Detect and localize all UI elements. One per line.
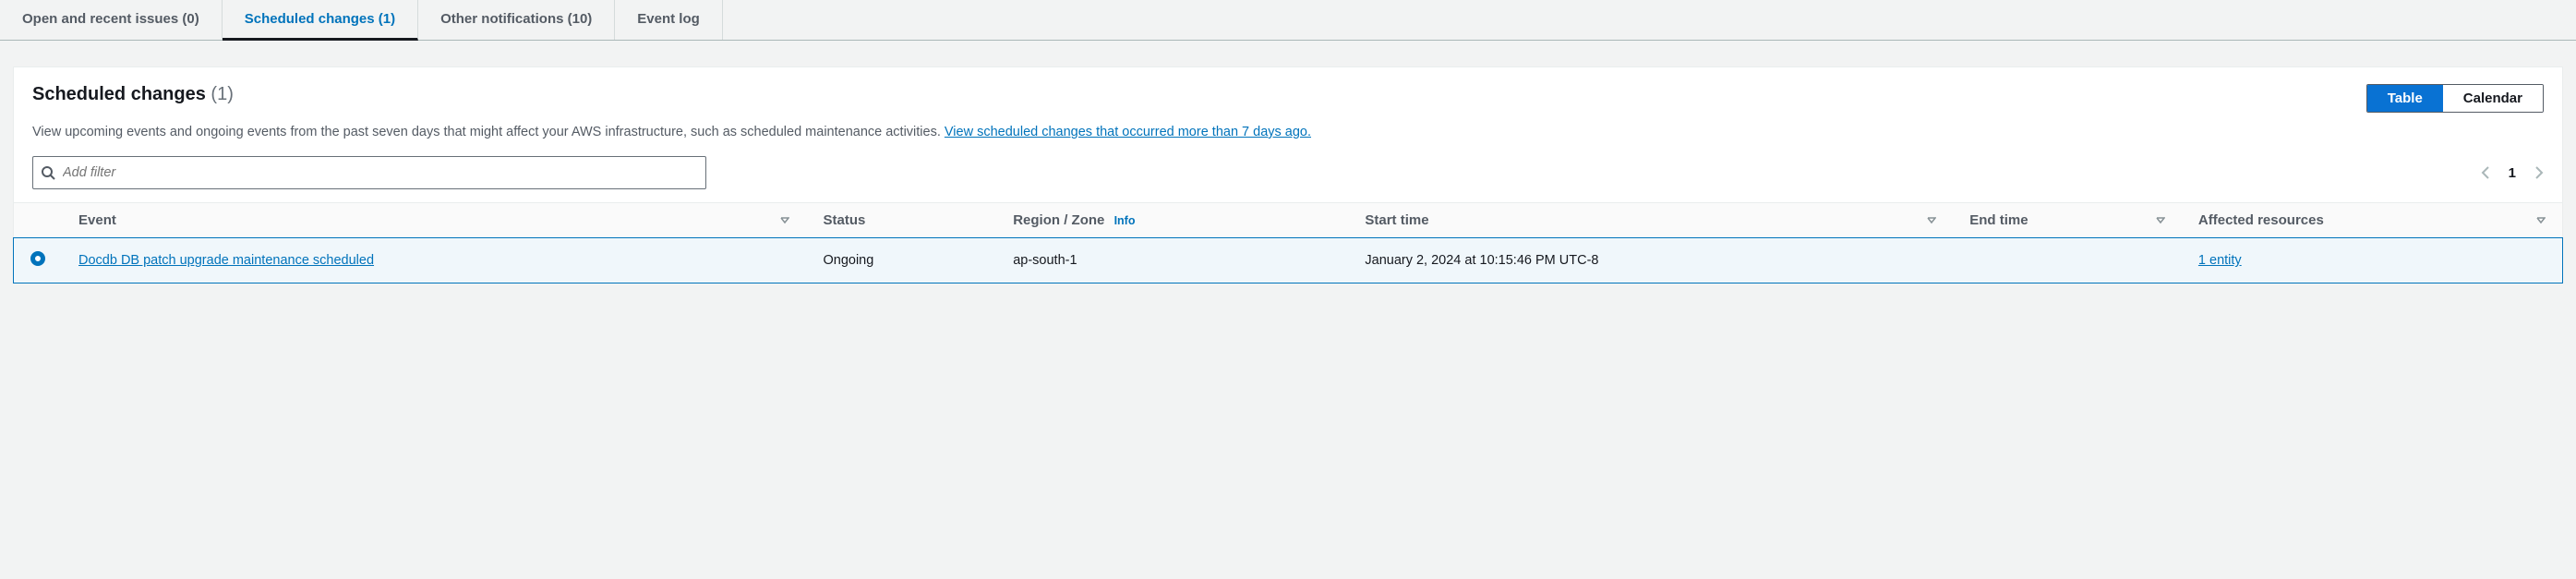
view-toggle: Table Calendar xyxy=(2366,84,2544,113)
col-region[interactable]: Region / Zone Info xyxy=(996,203,1348,238)
filter-box[interactable] xyxy=(32,156,706,189)
event-link[interactable]: Docdb DB patch upgrade maintenance sched… xyxy=(78,253,374,268)
chevron-right-icon xyxy=(2533,164,2544,181)
cell-end-time xyxy=(1953,238,2182,283)
sort-icon xyxy=(1927,212,1936,228)
sort-icon xyxy=(2156,212,2165,228)
view-older-link[interactable]: View scheduled changes that occurred mor… xyxy=(945,125,1311,139)
view-calendar-button[interactable]: Calendar xyxy=(2443,85,2543,112)
pagination: 1 xyxy=(2481,164,2544,181)
tab-bar: Open and recent issues (0) Scheduled cha… xyxy=(0,0,2576,41)
col-affected[interactable]: Affected resources xyxy=(2182,203,2562,238)
tab-event-log[interactable]: Event log xyxy=(615,0,723,40)
col-start-time[interactable]: Start time xyxy=(1348,203,1953,238)
sort-icon xyxy=(780,212,789,228)
scheduled-changes-panel: Scheduled changes (1) Table Calendar Vie… xyxy=(13,66,2563,283)
col-event[interactable]: Event xyxy=(62,203,806,238)
affected-link[interactable]: 1 entity xyxy=(2198,253,2242,268)
row-radio[interactable] xyxy=(30,251,45,266)
tab-open-issues[interactable]: Open and recent issues (0) xyxy=(0,0,223,40)
cell-start-time: January 2, 2024 at 10:15:46 PM UTC-8 xyxy=(1348,238,1953,283)
sort-icon xyxy=(2536,212,2546,228)
page-next-button[interactable] xyxy=(2533,164,2544,181)
panel-count: (1) xyxy=(211,84,233,104)
panel-description: View upcoming events and ongoing events … xyxy=(14,122,2562,156)
search-icon xyxy=(41,165,55,180)
col-status[interactable]: Status xyxy=(806,203,996,238)
col-end-time[interactable]: End time xyxy=(1953,203,2182,238)
table-row[interactable]: Docdb DB patch upgrade maintenance sched… xyxy=(14,238,2562,283)
view-table-button[interactable]: Table xyxy=(2366,84,2444,113)
info-link[interactable]: Info xyxy=(1114,214,1136,227)
tab-scheduled-changes[interactable]: Scheduled changes (1) xyxy=(223,0,418,41)
page-number: 1 xyxy=(2509,165,2516,181)
panel-title: Scheduled changes (1) xyxy=(32,84,234,104)
col-select xyxy=(14,203,62,238)
tab-other-notifications[interactable]: Other notifications (10) xyxy=(418,0,615,40)
page-prev-button[interactable] xyxy=(2481,164,2492,181)
cell-status: Ongoing xyxy=(806,238,996,283)
filter-input[interactable] xyxy=(55,160,698,186)
chevron-left-icon xyxy=(2481,164,2492,181)
cell-region: ap-south-1 xyxy=(996,238,1348,283)
events-table: Event Status Region / Zone Info Start ti… xyxy=(14,202,2562,283)
